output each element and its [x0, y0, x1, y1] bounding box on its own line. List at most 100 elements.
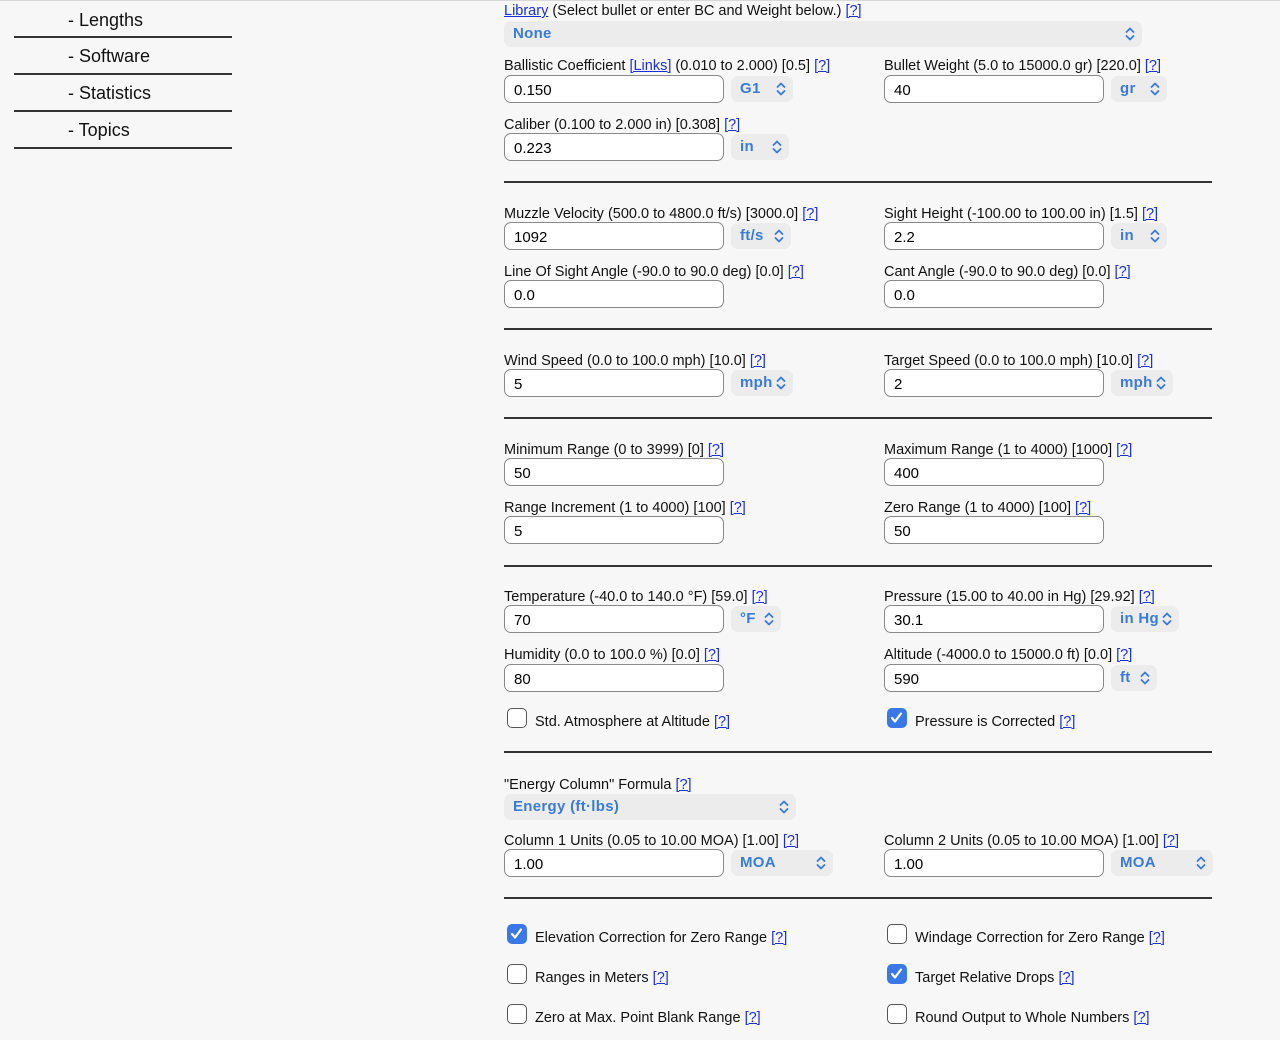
col1-units-unit-select[interactable]: MOA — [731, 850, 833, 876]
temperature-input[interactable] — [504, 605, 724, 633]
pressure-input[interactable] — [884, 605, 1104, 633]
pressure-corrected-help-link[interactable]: [?] — [1059, 714, 1075, 730]
target-speed-input[interactable] — [884, 369, 1104, 397]
zero-max-pbr-help-link[interactable]: [?] — [745, 1010, 761, 1026]
zero-max-pbr-checkbox[interactable] — [507, 1004, 527, 1024]
sidebar-item-topics[interactable]: - Topics — [14, 114, 232, 149]
wind-speed-help-link[interactable]: [?] — [750, 353, 766, 369]
max-range-help-link[interactable]: [?] — [1116, 442, 1132, 458]
sidebar-item-lengths[interactable]: - Lengths — [14, 0, 232, 38]
sidebar-item-software[interactable]: - Software — [14, 40, 232, 75]
col2-units-help-link[interactable]: [?] — [1163, 833, 1179, 849]
caliber-input[interactable] — [504, 133, 724, 161]
elevation-correction-help-link[interactable]: [?] — [771, 930, 787, 946]
altitude-input[interactable] — [884, 664, 1104, 692]
round-output-checkbox[interactable] — [887, 1004, 907, 1024]
pressure-unit-select[interactable]: in Hg — [1111, 606, 1179, 632]
elevation-correction-checkbox[interactable] — [507, 924, 527, 944]
zero-range-label-text: Zero Range (1 to 4000) [100] — [884, 500, 1076, 516]
target-speed-unit-select[interactable]: mph — [1111, 370, 1173, 396]
los-angle-input[interactable] — [504, 280, 724, 308]
target-relative-drops-help-link[interactable]: [?] — [1058, 970, 1074, 986]
temperature-help-link[interactable]: [?] — [752, 589, 768, 605]
sidebar-item-statistics[interactable]: - Statistics — [14, 77, 232, 112]
bc-input[interactable] — [504, 75, 724, 103]
library-select[interactable]: None — [504, 21, 1142, 47]
checkmark-icon — [890, 968, 903, 979]
range-increment-input[interactable] — [504, 516, 724, 544]
wind-speed-unit-select[interactable]: mph — [731, 370, 793, 396]
sight-height-unit-select[interactable]: in — [1111, 223, 1167, 249]
ranges-in-meters-help-link[interactable]: [?] — [653, 970, 669, 986]
caliber-label-text: Caliber (0.100 to 2.000 in) [0.308] — [504, 117, 725, 133]
sight-height-help-link[interactable]: [?] — [1142, 206, 1158, 222]
min-range-input[interactable] — [504, 458, 724, 486]
max-range-input[interactable] — [884, 458, 1104, 486]
target-speed-unit-value: mph — [1120, 374, 1153, 391]
ranges-in-meters-checkbox[interactable] — [507, 964, 527, 984]
chevron-updown-icon — [774, 229, 784, 243]
muzzle-velocity-input[interactable] — [504, 222, 724, 250]
col1-units-input[interactable] — [504, 849, 724, 877]
zero-range-label: Zero Range (1 to 4000) [100] [?] — [884, 499, 1091, 517]
library-help-link[interactable]: [?] — [845, 3, 861, 19]
muzzle-velocity-help-link[interactable]: [?] — [802, 206, 818, 222]
library-select-value: None — [513, 25, 552, 42]
std-atmosphere-checkbox[interactable] — [507, 708, 527, 728]
chevron-updown-icon — [772, 140, 782, 154]
caliber-help-link[interactable]: [?] — [724, 117, 740, 133]
bc-drag-model-select[interactable]: G1 — [731, 76, 793, 102]
altitude-help-link[interactable]: [?] — [1116, 647, 1132, 663]
los-angle-label-text: Line Of Sight Angle (-90.0 to 90.0 deg) … — [504, 264, 788, 280]
bullet-weight-unit-value: gr — [1120, 80, 1136, 97]
caliber-unit-select[interactable]: in — [731, 134, 789, 160]
target-relative-drops-label-text: Target Relative Drops — [915, 970, 1059, 986]
target-relative-drops-checkbox[interactable] — [887, 964, 907, 984]
bullet-weight-unit-select[interactable]: gr — [1111, 76, 1167, 102]
windage-correction-checkbox[interactable] — [887, 924, 907, 944]
target-speed-help-link[interactable]: [?] — [1137, 353, 1153, 369]
bc-help-link[interactable]: [?] — [814, 58, 830, 74]
muzzle-velocity-unit-select[interactable]: ft/s — [731, 223, 791, 249]
pressure-corrected-checkbox[interactable] — [887, 708, 907, 728]
bullet-weight-input[interactable] — [884, 75, 1104, 103]
cant-angle-input[interactable] — [884, 280, 1104, 308]
altitude-unit-select[interactable]: ft — [1111, 665, 1157, 691]
chevron-updown-icon — [764, 612, 774, 626]
round-output-help-link[interactable]: [?] — [1133, 1010, 1149, 1026]
cant-angle-help-link[interactable]: [?] — [1115, 264, 1131, 280]
energy-formula-select[interactable]: Energy (ft·lbs) — [504, 794, 796, 820]
altitude-label: Altitude (-4000.0 to 15000.0 ft) [0.0] [… — [884, 646, 1132, 664]
pressure-corrected-label-text: Pressure is Corrected — [915, 714, 1060, 730]
col1-units-help-link[interactable]: [?] — [783, 833, 799, 849]
bullet-weight-help-link[interactable]: [?] — [1145, 58, 1161, 74]
ranges-in-meters-label: Ranges in Meters [?] — [535, 969, 669, 987]
std-atmosphere-label: Std. Atmosphere at Altitude [?] — [535, 713, 730, 731]
energy-formula-help-link[interactable]: [?] — [675, 777, 691, 793]
chevron-updown-icon — [1196, 856, 1206, 870]
chevron-updown-icon — [816, 856, 826, 870]
windage-correction-help-link[interactable]: [?] — [1149, 930, 1165, 946]
humidity-input[interactable] — [504, 664, 724, 692]
temperature-unit-select[interactable]: °F — [731, 606, 781, 632]
chevron-updown-icon — [776, 376, 786, 390]
bc-links-link[interactable]: [Links] — [629, 58, 671, 74]
range-increment-help-link[interactable]: [?] — [730, 500, 746, 516]
wind-speed-input[interactable] — [504, 369, 724, 397]
library-link[interactable]: Library — [504, 3, 548, 19]
sight-height-input[interactable] — [884, 222, 1104, 250]
target-speed-label-text: Target Speed (0.0 to 100.0 mph) [10.0] — [884, 353, 1138, 369]
windage-correction-label-text: Windage Correction for Zero Range — [915, 930, 1149, 946]
zero-range-input[interactable] — [884, 516, 1104, 544]
bc-label-text: Ballistic Coefficient — [504, 58, 630, 74]
zero-range-help-link[interactable]: [?] — [1075, 500, 1091, 516]
std-atmosphere-help-link[interactable]: [?] — [714, 714, 730, 730]
pressure-help-link[interactable]: [?] — [1139, 589, 1155, 605]
col2-units-input[interactable] — [884, 849, 1104, 877]
min-range-help-link[interactable]: [?] — [708, 442, 724, 458]
section-divider — [504, 417, 1212, 419]
los-angle-help-link[interactable]: [?] — [788, 264, 804, 280]
energy-formula-label-text: "Energy Column" Formula — [504, 777, 676, 793]
humidity-help-link[interactable]: [?] — [704, 647, 720, 663]
col2-units-unit-select[interactable]: MOA — [1111, 850, 1213, 876]
